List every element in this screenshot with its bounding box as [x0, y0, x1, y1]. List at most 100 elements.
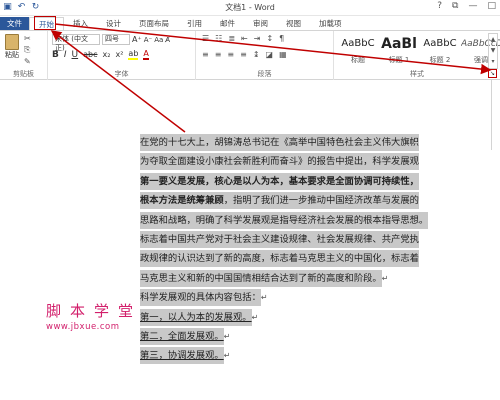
justify-icon[interactable]: ≡ — [240, 50, 247, 59]
style-item[interactable]: AaBbC 标题 — [338, 33, 378, 69]
font-color-icon[interactable]: A — [143, 50, 149, 60]
styles-dialog-launcher[interactable]: ↘ — [488, 69, 497, 78]
strikethrough-icon[interactable]: abc — [83, 50, 97, 60]
tab-mailings[interactable]: 邮件 — [211, 17, 244, 30]
more-styles-icon[interactable]: ▾ — [489, 56, 497, 67]
paste-label: 粘贴 — [5, 51, 19, 59]
paste-button[interactable]: 粘贴 — [4, 34, 20, 64]
bold-icon[interactable]: B — [52, 50, 59, 60]
document-line: 为夺取全面建设小康社会新胜利而奋斗》的报告中提出，科学发展观 — [140, 152, 432, 171]
clipboard-actions: ✂ ⎘ ✎ — [24, 34, 31, 66]
superscript-icon[interactable]: x² — [115, 50, 123, 60]
font-size-select[interactable]: 四号 — [102, 34, 130, 45]
selected-text[interactable]: ，指明了我们进一步推动中国经济改革与发展的 — [223, 192, 419, 210]
tab-layout[interactable]: 页面布局 — [130, 17, 178, 30]
increase-indent-icon[interactable]: ⇥ — [254, 34, 261, 43]
minimize-icon[interactable]: — — [468, 1, 477, 11]
line-spacing-icon[interactable]: ↨ — [253, 50, 260, 59]
selected-text[interactable]: 思路和战略，明确了科学发展观是指导经济社会发展的根本指导思想。 — [140, 211, 429, 229]
clipboard-group-label: 剪贴板 — [13, 70, 34, 78]
style-name: 标题 1 — [388, 56, 410, 64]
underline-icon[interactable]: U — [72, 50, 79, 60]
selected-text[interactable]: 在党的十七大上，胡锦涛总书记在《高举中国特色社会主义伟大旗帜 — [140, 134, 419, 151]
watermark-url: www.jbxue.com — [46, 322, 120, 332]
paragraph-group-label: 段落 — [257, 70, 272, 78]
sort-icon[interactable]: ↕ — [266, 34, 273, 43]
selected-text[interactable]: 第二，全面发展观。 — [140, 327, 224, 345]
selected-text[interactable]: 为夺取全面建设小康社会新胜利而奋斗》的报告中提出，科学发展观 — [140, 153, 419, 171]
style-name: 标题 — [351, 56, 365, 64]
selected-text[interactable]: 政规律的认识达到了新的高度，标志着马克思主义的中国化，标志着 — [140, 250, 419, 268]
align-right-icon[interactable]: ≡ — [227, 50, 234, 59]
change-case-icon[interactable]: Aa — [154, 36, 163, 44]
selected-text[interactable]: 科学发展观的具体内容包括： — [140, 289, 261, 307]
shrink-font-icon[interactable]: A⁻ — [144, 36, 152, 44]
font-group-label: 字体 — [114, 70, 129, 78]
cut-icon[interactable]: ✂ — [24, 34, 31, 43]
bullets-icon[interactable]: ☰ — [202, 34, 209, 43]
decrease-indent-icon[interactable]: ⇤ — [241, 34, 248, 43]
paragraph-row-2: ≡ ≡ ≡ ≡ ↨ ◪ ▦ — [202, 50, 287, 59]
tab-references[interactable]: 引用 — [178, 17, 211, 30]
tab-review[interactable]: 审阅 — [244, 17, 277, 30]
title-bar: ▣ ↶ ↻ 文档1 - Word ? ⧉ — □ — [0, 0, 500, 16]
tab-addins[interactable]: 加载项 — [310, 17, 351, 30]
selected-text[interactable]: 根本方法是统筹兼顾 — [140, 192, 224, 210]
tab-insert[interactable]: 插入 — [64, 17, 97, 30]
align-left-icon[interactable]: ≡ — [202, 50, 209, 59]
maximize-icon[interactable]: □ — [487, 1, 496, 11]
paragraph-row-1: ☰ ☷ ≣ ⇤ ⇥ ↕ ¶ — [202, 34, 284, 43]
selected-text[interactable]: 第一要义是发展，核心是以人为本，基本要求是全面协调可持续性， — [140, 172, 419, 190]
style-sample: AaBbC — [341, 38, 375, 49]
document-page[interactable]: 在党的十七大上，胡锦涛总书记在《高举中国特色社会主义伟大旗帜 为夺取全面建设小康… — [140, 133, 432, 366]
tab-view[interactable]: 视图 — [277, 17, 310, 30]
format-painter-icon[interactable]: ✎ — [24, 57, 31, 66]
selected-text[interactable]: 第一，以人为本的发展观。 — [140, 308, 252, 326]
window-controls: ? ⧉ — □ — [437, 1, 496, 11]
document-line: 科学发展观的具体内容包括：↵ — [140, 288, 432, 307]
help-icon[interactable]: ? — [437, 1, 442, 11]
ribbon: 粘贴 ✂ ⎘ ✎ 剪贴板 宋体 (中文正) 四号 A⁺ A⁻ Aa A̸ B I… — [0, 30, 500, 80]
numbering-icon[interactable]: ☷ — [215, 34, 222, 43]
style-sample: AaBl — [381, 36, 417, 52]
chevron-up-icon[interactable]: ▲ — [489, 34, 497, 45]
shading-icon[interactable]: ◪ — [266, 50, 274, 59]
styles-pane-edge — [491, 80, 500, 150]
selected-text[interactable]: 第三，协调发展观。 — [140, 347, 224, 365]
format-row: B I U abc x₂ x² ab A — [52, 50, 149, 60]
document-canvas[interactable]: 在党的十七大上，胡锦涛总书记在《高举中国特色社会主义伟大旗帜 为夺取全面建设小康… — [0, 81, 491, 400]
show-marks-icon[interactable]: ¶ — [279, 34, 284, 43]
align-center-icon[interactable]: ≡ — [215, 50, 222, 59]
document-line: 马克思主义和新的中国国情相结合达到了新的高度和阶段。↵ — [140, 269, 432, 288]
italic-icon[interactable]: I — [64, 50, 67, 60]
document-line: 第二，全面发展观。↵ — [140, 327, 432, 346]
highlight-icon[interactable]: ab — [128, 50, 139, 60]
ribbon-tabs: 文件 开始 插入 设计 页面布局 引用 邮件 审阅 视图 加载项 — [0, 16, 500, 30]
font-row: 宋体 (中文正) 四号 A⁺ A⁻ Aa A̸ — [52, 34, 170, 52]
selected-text[interactable]: 马克思主义和新的中国国情相结合达到了新的高度和阶段。 — [140, 269, 382, 287]
paragraph-mark: ↵ — [251, 312, 259, 322]
tab-file[interactable]: 文件 — [0, 17, 29, 30]
clear-format-icon[interactable]: A̸ — [165, 36, 170, 44]
font-name-select[interactable]: 宋体 (中文正) — [52, 34, 100, 52]
subscript-icon[interactable]: x₂ — [103, 50, 111, 60]
ribbon-display-icon[interactable]: ⧉ — [452, 1, 458, 11]
selected-text[interactable]: 标志着中国共产党对于社会主义建设规律、社会发展规律、共产党执 — [140, 230, 419, 248]
grow-font-icon[interactable]: A⁺ — [132, 35, 142, 44]
gallery-scroll-control[interactable]: ▲ ▼ ▾ — [488, 33, 498, 69]
style-item[interactable]: AaBl 标题 1 — [379, 33, 419, 69]
styles-group-label: 样式 — [410, 70, 424, 78]
paragraph-mark: ↵ — [260, 293, 268, 303]
tab-design[interactable]: 设计 — [97, 17, 130, 30]
copy-icon[interactable]: ⎘ — [24, 45, 31, 55]
paragraph-mark: ↵ — [223, 331, 231, 341]
multilevel-list-icon[interactable]: ≣ — [228, 34, 235, 43]
site-watermark: 脚本学堂 www.jbxue.com — [46, 300, 142, 332]
document-line: 思路和战略，明确了科学发展观是指导经济社会发展的根本指导思想。 — [140, 211, 432, 230]
borders-icon[interactable]: ▦ — [279, 50, 287, 59]
style-gallery: AaBbC 标题 AaBl 标题 1 AaBbC 标题 2 AaBbCcDı 强… — [338, 33, 500, 69]
style-item[interactable]: AaBbC 标题 2 — [420, 33, 460, 69]
document-line: 在党的十七大上，胡锦涛总书记在《高举中国特色社会主义伟大旗帜 — [140, 133, 432, 152]
watermark-text: 脚本学堂 — [46, 302, 143, 320]
chevron-down-icon[interactable]: ▼ — [489, 45, 497, 56]
